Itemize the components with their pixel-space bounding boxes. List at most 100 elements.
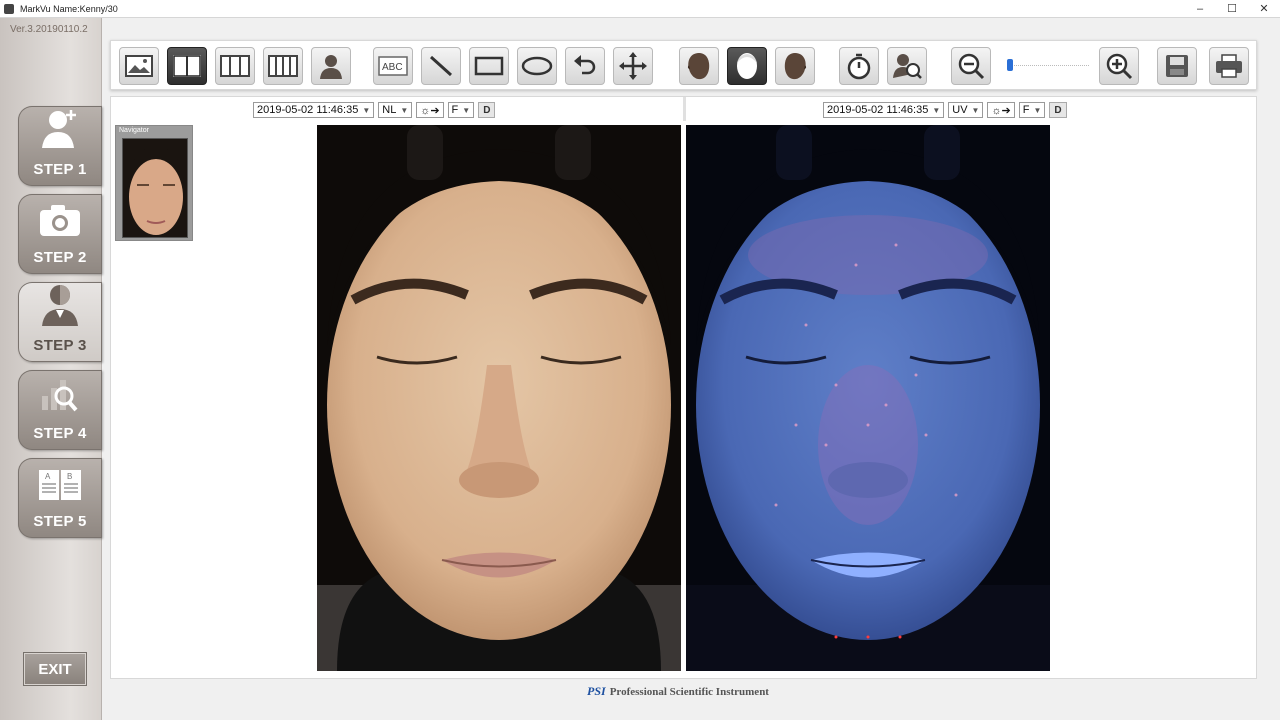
step-label: STEP 4 [33, 425, 87, 442]
move-tool-button[interactable] [613, 47, 653, 85]
left-light-button[interactable]: ☼➔ [416, 102, 444, 118]
quad-view-button[interactable] [263, 47, 303, 85]
maximize-button[interactable]: ☐ [1216, 0, 1248, 18]
move-icon [619, 52, 647, 80]
timer-button[interactable] [839, 47, 879, 85]
window-title: MarkVu Name:Kenny/30 [20, 3, 118, 14]
exit-button[interactable]: EXIT [24, 653, 86, 685]
undo-icon [574, 55, 596, 75]
svg-text:A: A [45, 472, 51, 481]
view-separator [683, 97, 686, 121]
image-compare-panel: 2019-05-02 11:46:35 ▼ NL ▼ ☼➔ F ▼ D 2019-05… [110, 96, 1257, 679]
print-icon [1216, 54, 1242, 78]
right-mode-select[interactable]: UV ▼ [948, 102, 984, 118]
add-user-icon [38, 106, 82, 155]
step-2-button[interactable]: STEP 2 [18, 194, 102, 274]
step-4-button[interactable]: STEP 4 [18, 370, 102, 450]
svg-text:ABC: ABC [382, 62, 403, 73]
timer-icon [847, 53, 871, 80]
triple-view-button[interactable] [215, 47, 255, 85]
person-half-icon [40, 282, 80, 331]
right-date-select[interactable]: 2019-05-02 11:46:35 ▼ [823, 102, 945, 118]
left-d-button[interactable]: D [478, 102, 496, 118]
left-date-select[interactable]: 2019-05-02 11:46:35 ▼ [253, 102, 375, 118]
right-view-controls: 2019-05-02 11:46:35 ▼ UV ▼ ☼➔ F ▼ D [823, 101, 1067, 119]
navigator-title: Navigator [119, 127, 149, 134]
person-view-button[interactable] [311, 47, 351, 85]
face-front-icon [737, 53, 757, 79]
left-face-image[interactable] [317, 125, 681, 671]
step-label: STEP 3 [33, 337, 87, 354]
step-1-button[interactable]: STEP 1 [18, 106, 102, 186]
save-button[interactable] [1157, 47, 1197, 85]
footer-brand: PSI Professional Scientific Instrument [587, 684, 769, 699]
left-view-controls: 2019-05-02 11:46:35 ▼ NL ▼ ☼➔ F ▼ D [253, 101, 496, 119]
zoom-slider-track [1007, 65, 1089, 67]
rectangle-tool-button[interactable] [469, 47, 509, 85]
chart-search-icon [38, 374, 82, 419]
minimize-button[interactable]: – [1184, 0, 1216, 18]
right-position-select[interactable]: F ▼ [1018, 102, 1046, 118]
right-mode-value: UV [952, 104, 968, 116]
zoom-person-button[interactable] [887, 47, 927, 85]
version-label: Ver.3.20190110.2 [10, 24, 88, 35]
right-d-button[interactable]: D [1049, 102, 1067, 118]
camera-icon [38, 202, 82, 243]
zoom-slider[interactable] [1007, 59, 1089, 73]
ellipse-icon [521, 56, 553, 76]
right-date-value: 2019-05-02 11:46:35 [827, 104, 929, 116]
split-view-icon [173, 55, 201, 77]
toolbar: ABC [110, 40, 1257, 90]
image-view-button[interactable] [119, 47, 159, 85]
print-button[interactable] [1209, 47, 1249, 85]
line-icon [429, 55, 453, 77]
text-tool-button[interactable]: ABC [373, 47, 413, 85]
line-tool-button[interactable] [421, 47, 461, 85]
step-label: STEP 1 [33, 161, 87, 178]
zoom-out-button[interactable] [951, 47, 991, 85]
chevron-down-icon: ▼ [462, 105, 471, 115]
triple-view-icon [220, 55, 250, 77]
application-window: MarkVu Name:Kenny/30 – ☐ ✕ Ver.3.2019011… [0, 0, 1280, 720]
light-arrow-icon: ☼➔ [420, 104, 440, 117]
split-view-button[interactable] [167, 47, 207, 85]
psi-logo: PSI [587, 684, 606, 698]
right-light-button[interactable]: ☼➔ [987, 102, 1015, 118]
navigator-thumbnail[interactable] [122, 138, 188, 238]
face-left-icon [687, 53, 710, 80]
zoom-in-button[interactable] [1099, 47, 1139, 85]
steps-sidebar: Ver.3.20190110.2 STEP 1 STEP 2 STEP 3 ST… [0, 18, 102, 720]
save-icon [1166, 55, 1188, 77]
left-position-value: F [451, 104, 459, 116]
chevron-down-icon: ▼ [400, 105, 409, 115]
zoom-person-icon [893, 54, 922, 79]
svg-text:B: B [67, 472, 72, 481]
zoom-in-icon [1106, 53, 1133, 80]
person-icon [320, 55, 342, 79]
image-icon [125, 55, 153, 77]
chevron-down-icon: ▼ [971, 105, 980, 115]
app-icon [4, 3, 14, 14]
undo-button[interactable] [565, 47, 605, 85]
face-left-button[interactable] [679, 47, 719, 85]
close-button[interactable]: ✕ [1248, 0, 1280, 18]
face-front-button[interactable] [727, 47, 767, 85]
face-right-button[interactable] [775, 47, 815, 85]
step-3-button[interactable]: STEP 3 [18, 282, 102, 362]
step-label: STEP 2 [33, 249, 87, 266]
chevron-down-icon: ▼ [362, 105, 371, 115]
step-5-button[interactable]: AB STEP 5 [18, 458, 102, 538]
zoom-slider-thumb[interactable] [1007, 59, 1013, 71]
right-face-uv-image[interactable] [686, 125, 1050, 671]
ellipse-tool-button[interactable] [517, 47, 557, 85]
left-date-value: 2019-05-02 11:46:35 [257, 104, 359, 116]
step-label: STEP 5 [33, 513, 87, 530]
navigator-panel[interactable]: Navigator [115, 125, 193, 241]
left-mode-select[interactable]: NL ▼ [378, 102, 413, 118]
text-abc-icon: ABC [378, 56, 408, 76]
compare-book-icon: AB [37, 468, 83, 507]
face-right-icon [784, 53, 807, 80]
quad-view-icon [268, 55, 298, 77]
chevron-down-icon: ▼ [932, 105, 941, 115]
left-position-select[interactable]: F ▼ [447, 102, 475, 118]
